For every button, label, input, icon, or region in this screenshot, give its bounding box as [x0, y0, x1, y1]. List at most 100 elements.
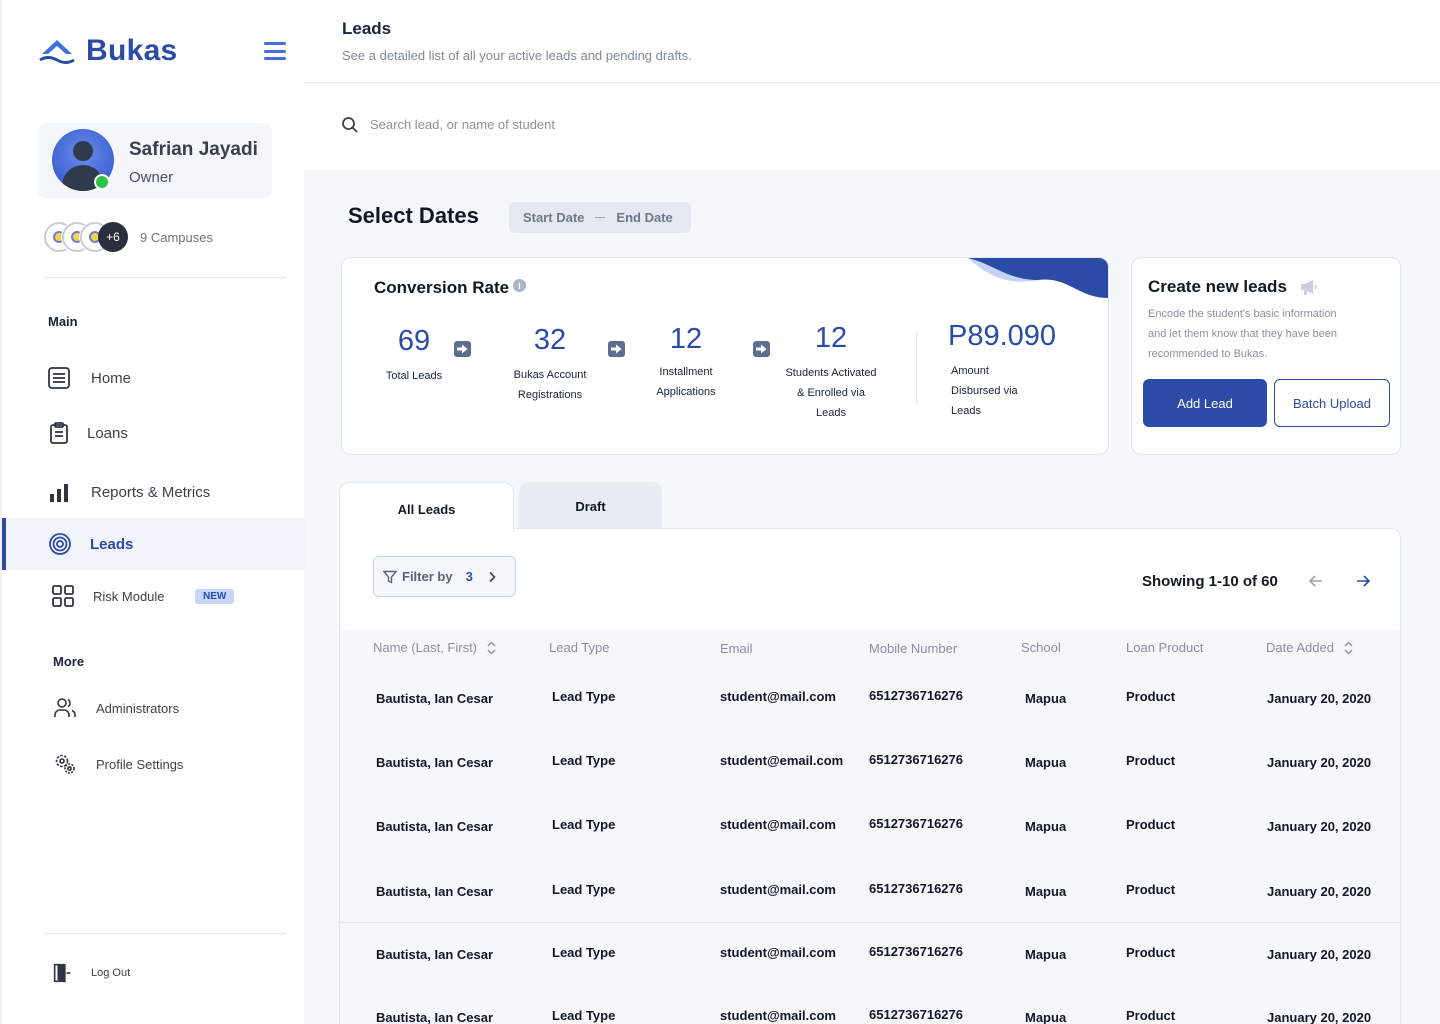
campus-more-count: +6: [98, 222, 128, 252]
table-row[interactable]: Bautista, Ian Cesar Lead Type student@mail…: [340, 795, 1400, 860]
column-header-label: Name (Last, First): [373, 640, 478, 655]
search-input[interactable]: [370, 112, 970, 136]
description-line: and let them know that they have been: [1148, 328, 1337, 340]
cell-school: Mapua: [1025, 947, 1067, 962]
table-row[interactable]: Bautista, Ian Cesar Lead Type student@emai…: [340, 731, 1400, 795]
profile-card[interactable]: Safrian Jayadi Owner: [38, 123, 272, 198]
search-icon: [342, 117, 358, 133]
column-header-mobile: Mobile Number: [869, 641, 958, 656]
page-title: Leads: [342, 19, 392, 38]
cell-school: Mapua: [1025, 691, 1067, 706]
end-date[interactable]: End Date: [616, 210, 672, 225]
metric-label: Students Activated: [785, 367, 877, 379]
column-header-loan-product: Loan Product: [1126, 640, 1204, 655]
conversion-rate-card: Conversion Rate i 69 Total Leads 32 Buka…: [341, 257, 1109, 455]
table-row[interactable]: Bautista, Ian Cesar Lead Type student@mail…: [340, 860, 1400, 922]
metric-label-group: Amount Disbursed via Leads: [948, 361, 1088, 421]
sidebar-item-leads[interactable]: Leads: [2, 518, 306, 570]
cell-mobile: 6512736716276: [869, 752, 963, 767]
metric-amount-disbursed: P89.090 Amount Disbursed via Leads: [948, 320, 1088, 421]
sidebar-item-loans[interactable]: Loans: [2, 407, 306, 459]
hamburger-menu-icon[interactable]: [264, 42, 286, 60]
tab-all-leads[interactable]: All Leads: [339, 482, 514, 531]
clipboard-icon: [47, 421, 71, 445]
campuses-summary[interactable]: +6 9 Campuses: [44, 222, 213, 252]
select-dates-title: Select Dates: [348, 203, 479, 228]
decorative-wave: [968, 258, 1108, 298]
column-header-date-added[interactable]: Date Added: [1266, 640, 1353, 655]
cell-school: Mapua: [1025, 819, 1067, 834]
start-date[interactable]: Start Date: [523, 210, 584, 225]
brand-logo[interactable]: Bukas: [38, 34, 178, 68]
sidebar-item-administrators[interactable]: Administrators: [2, 682, 306, 734]
cell-lead-type: Lead Type: [552, 882, 616, 897]
metric-total-leads: 69 Total Leads: [368, 325, 460, 386]
cell-school: Mapua: [1025, 884, 1067, 899]
megaphone-icon: [1301, 280, 1317, 295]
create-leads-card: Create new leads Encode the student's ba…: [1131, 257, 1401, 455]
sidebar-item-label: Home: [91, 369, 132, 387]
divider: [44, 277, 286, 278]
create-leads-title: Create new leads: [1148, 277, 1287, 296]
sidebar-item-reports[interactable]: Reports & Metrics: [2, 466, 306, 518]
logout-door-icon: [50, 961, 74, 985]
cell-name: Bautista, Ian Cesar: [376, 755, 494, 770]
metric-label: Applications: [656, 386, 716, 398]
metric-label-group: Bukas Account Registrations: [490, 365, 610, 405]
cell-name: Bautista, Ian Cesar: [376, 884, 494, 899]
metric-value: 12: [669, 323, 703, 355]
column-header-name[interactable]: Name (Last, First): [373, 640, 496, 655]
cell-date-added: January 20, 2020: [1267, 1010, 1372, 1024]
logout-button[interactable]: Log Out: [2, 947, 306, 999]
sidebar-item-label: Loans: [87, 424, 128, 442]
arrow-right-icon: [454, 341, 471, 357]
home-list-icon: [47, 366, 71, 390]
cell-email: student@mail.com: [720, 945, 836, 960]
arrow-right-icon: [753, 341, 770, 357]
cell-email: student@email.com: [720, 753, 844, 768]
arrow-right-icon: [608, 341, 625, 357]
grid-icon: [51, 584, 75, 608]
date-range-picker[interactable]: Start Date End Date: [509, 202, 691, 233]
info-icon[interactable]: i: [513, 279, 526, 292]
sidebar-item-label: Reports & Metrics: [91, 483, 211, 501]
arrow-right-icon[interactable]: [1355, 574, 1371, 588]
metric-label: Installment: [659, 366, 713, 378]
tab-draft[interactable]: Draft: [519, 482, 662, 530]
table-row[interactable]: Bautista, Ian Cesar Lead Type student@mail…: [340, 667, 1400, 731]
cell-email: student@mail.com: [720, 882, 836, 897]
add-lead-button[interactable]: Add Lead: [1143, 379, 1267, 427]
cell-loan-product: Product: [1126, 753, 1176, 768]
campuses-label: 9 Campuses: [140, 229, 213, 245]
table-row[interactable]: Bautista, Ian Cesar Lead Type student@mail…: [340, 986, 1400, 1024]
cell-name: Bautista, Ian Cesar: [376, 1010, 494, 1024]
cell-email: student@mail.com: [720, 1008, 836, 1023]
search-bar: [304, 84, 1440, 170]
cell-school: Mapua: [1025, 755, 1067, 770]
sidebar-item-risk-module[interactable]: Risk Module NEW: [2, 570, 306, 622]
cell-loan-product: Product: [1126, 689, 1176, 704]
filter-button[interactable]: Filter by 3: [373, 556, 516, 597]
cell-mobile: 6512736716276: [869, 881, 963, 896]
cell-lead-type: Lead Type: [552, 945, 616, 960]
metric-label-group: Students Activated & Enrolled via Leads: [771, 363, 891, 423]
nav-section-main: Main: [48, 314, 78, 329]
filter-count: 3: [465, 569, 473, 584]
bar-chart-icon: [47, 480, 71, 504]
sidebar-item-home[interactable]: Home: [2, 352, 306, 404]
create-leads-description: Encode the student's basic information a…: [1148, 304, 1373, 364]
metric-value: P89.090: [948, 320, 1057, 352]
batch-upload-button[interactable]: Batch Upload: [1274, 379, 1390, 427]
cell-date-added: January 20, 2020: [1267, 691, 1372, 706]
leads-table-card: Filter by 3 Showing 1-10 of 60 Name (Las…: [339, 528, 1401, 1024]
users-icon: [53, 696, 77, 720]
cell-lead-type: Lead Type: [552, 1008, 616, 1023]
sidebar-item-label: Administrators: [96, 700, 180, 716]
table-row[interactable]: Bautista, Ian Cesar Lead Type student@mail…: [340, 922, 1400, 986]
metric-label: Leads: [951, 405, 981, 417]
arrow-left-icon[interactable]: [1308, 574, 1324, 588]
sidebar-item-profile-settings[interactable]: Profile Settings: [2, 738, 306, 790]
cell-date-added: January 20, 2020: [1267, 819, 1372, 834]
mountain-logo-icon: [39, 40, 75, 64]
online-status-icon: [94, 174, 110, 190]
